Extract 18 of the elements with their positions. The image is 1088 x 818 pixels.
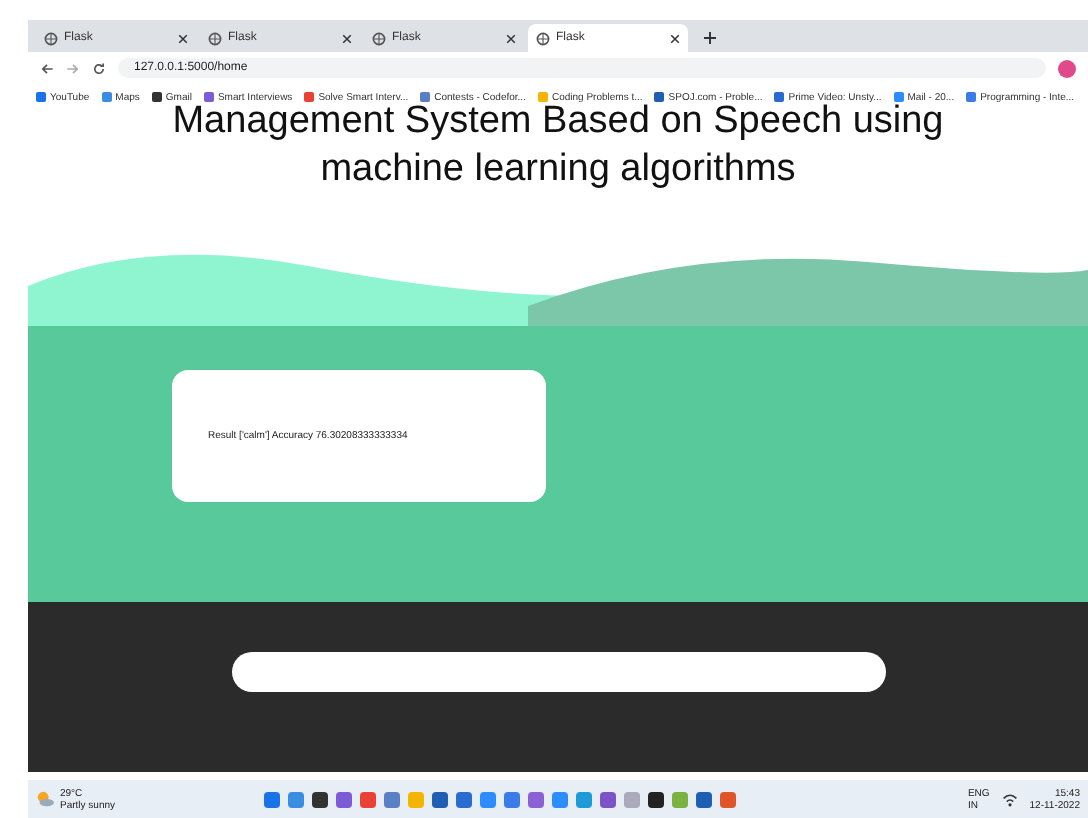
wifi-icon[interactable]: [1001, 791, 1018, 807]
close-icon[interactable]: [670, 33, 680, 43]
globe-icon: [536, 31, 550, 45]
globe-icon: [208, 31, 222, 45]
input-field[interactable]: [231, 652, 885, 692]
profile-avatar[interactable]: [1058, 59, 1076, 77]
reload-icon[interactable]: [92, 61, 106, 75]
back-icon[interactable]: [40, 61, 54, 75]
page-heading: machine learning algorithms: [320, 146, 796, 194]
forward-icon[interactable]: [66, 61, 80, 75]
close-icon[interactable]: [506, 33, 516, 43]
page-heading: Management System Based on Speech using: [172, 100, 944, 146]
globe-icon: [372, 31, 386, 45]
new-tab-icon[interactable]: [704, 32, 716, 44]
close-icon[interactable]: [342, 33, 352, 43]
weather-icon: [36, 790, 54, 808]
globe-icon: [44, 31, 58, 45]
close-icon[interactable]: [178, 33, 188, 43]
